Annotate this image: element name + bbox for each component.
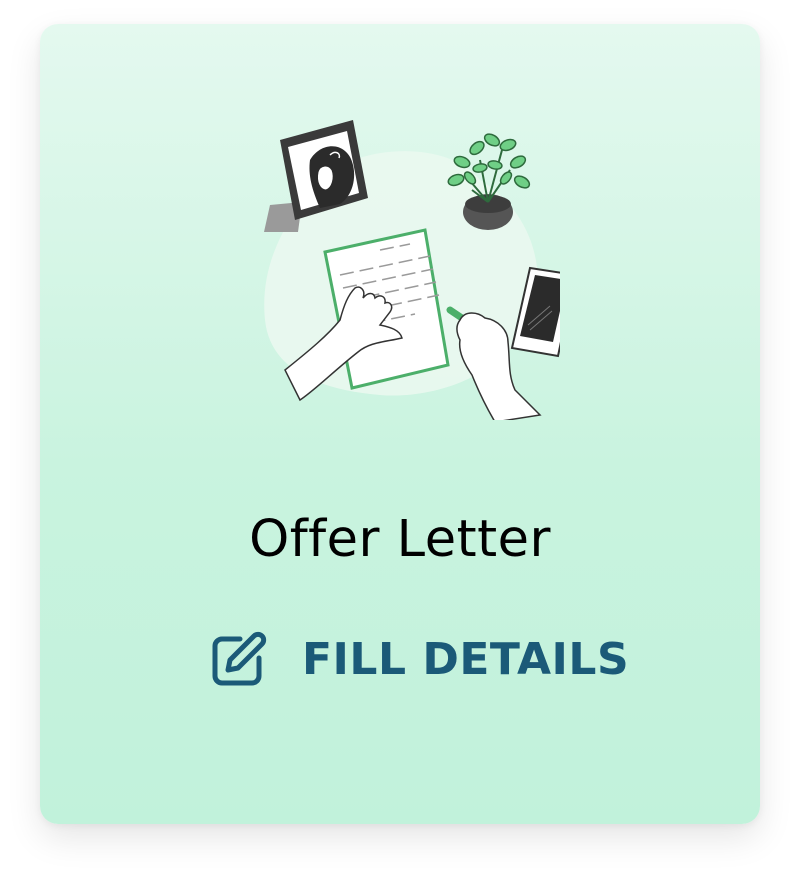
edit-icon bbox=[212, 631, 267, 686]
signing-document-illustration bbox=[264, 120, 560, 420]
offer-letter-card[interactable]: Offer Letter FILL DETAILS bbox=[40, 24, 760, 824]
card-title: Offer Letter bbox=[249, 510, 551, 569]
fill-details-label: FILL DETAILS bbox=[302, 633, 630, 685]
fill-details-button[interactable]: FILL DETAILS bbox=[210, 630, 629, 688]
